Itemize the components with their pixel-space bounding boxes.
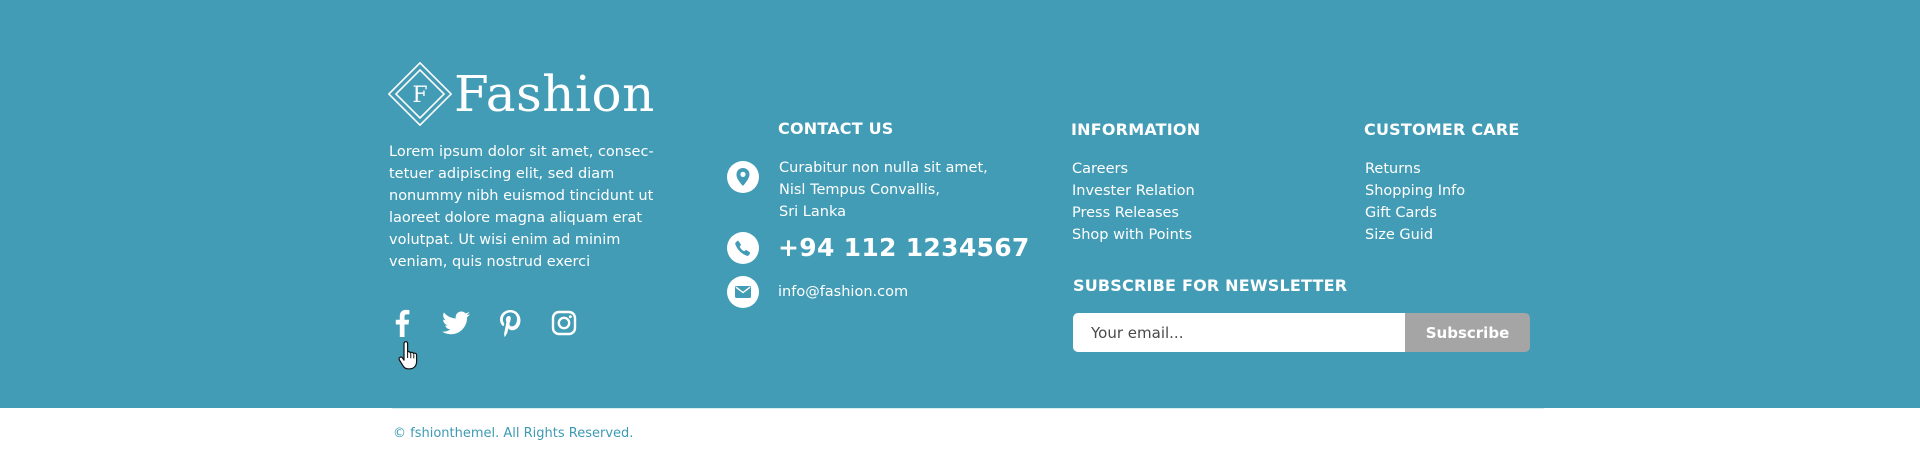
link-shopping-info[interactable]: Shopping Info [1365, 180, 1465, 202]
information-links: Careers Invester Relation Press Releases… [1072, 158, 1195, 246]
facebook-link[interactable] [387, 307, 417, 339]
link-size-guide[interactable]: Size Guid [1365, 224, 1465, 246]
link-investor-relation[interactable]: Invester Relation [1072, 180, 1195, 202]
link-returns[interactable]: Returns [1365, 158, 1465, 180]
instagram-link[interactable] [549, 307, 579, 339]
link-press-releases[interactable]: Press Releases [1072, 202, 1195, 224]
link-gift-cards[interactable]: Gift Cards [1365, 202, 1465, 224]
link-careers[interactable]: Careers [1072, 158, 1195, 180]
twitter-link[interactable] [441, 307, 471, 339]
address-line: Curabitur non nulla sit amet, [779, 160, 988, 176]
social-links [387, 307, 603, 339]
information-title: INFORMATION [1071, 120, 1201, 139]
customer-care-links: Returns Shopping Info Gift Cards Size Gu… [1365, 158, 1465, 246]
customer-care-title: CUSTOMER CARE [1364, 120, 1520, 139]
logo-letter: F [412, 83, 427, 108]
address-line: Nisl Tempus Convallis, [779, 182, 940, 198]
newsletter-title: SUBSCRIBE FOR NEWSLETTER [1073, 276, 1348, 295]
newsletter-email-input[interactable] [1073, 313, 1405, 352]
facebook-icon [395, 309, 410, 337]
twitter-icon [442, 311, 470, 335]
pinterest-link[interactable] [495, 307, 525, 339]
brand-name: Fashion [454, 65, 655, 123]
subscribe-button[interactable]: Subscribe [1405, 313, 1530, 352]
email-icon [727, 276, 759, 308]
address-line: Sri Lanka [779, 204, 846, 220]
newsletter-form: Subscribe [1073, 313, 1530, 352]
brand-logo[interactable]: F Fashion [388, 62, 655, 126]
footer-bottom-bar: © fshionthemel. All Rights Reserved. [0, 408, 1920, 460]
contact-address: Curabitur non nulla sit amet, Nisl Tempu… [779, 157, 988, 223]
contact-phone[interactable]: +94 112 1234567 [778, 233, 1030, 262]
instagram-icon [551, 310, 577, 336]
contact-email[interactable]: info@fashion.com [778, 284, 908, 300]
site-footer: F Fashion Lorem ipsum dolor sit amet, co… [0, 0, 1920, 408]
location-icon [727, 161, 759, 193]
about-text: Lorem ipsum dolor sit amet, consec-tetue… [389, 144, 654, 270]
pinterest-icon [500, 310, 521, 337]
contact-title: CONTACT US [778, 119, 894, 138]
link-shop-with-points[interactable]: Shop with Points [1072, 224, 1195, 246]
phone-icon [727, 232, 759, 264]
copyright-text: © fshionthemel. All Rights Reserved. [393, 426, 634, 441]
footer-divider [392, 408, 1544, 409]
hand-cursor-icon [398, 341, 418, 370]
logo-mark-icon: F [388, 62, 452, 126]
